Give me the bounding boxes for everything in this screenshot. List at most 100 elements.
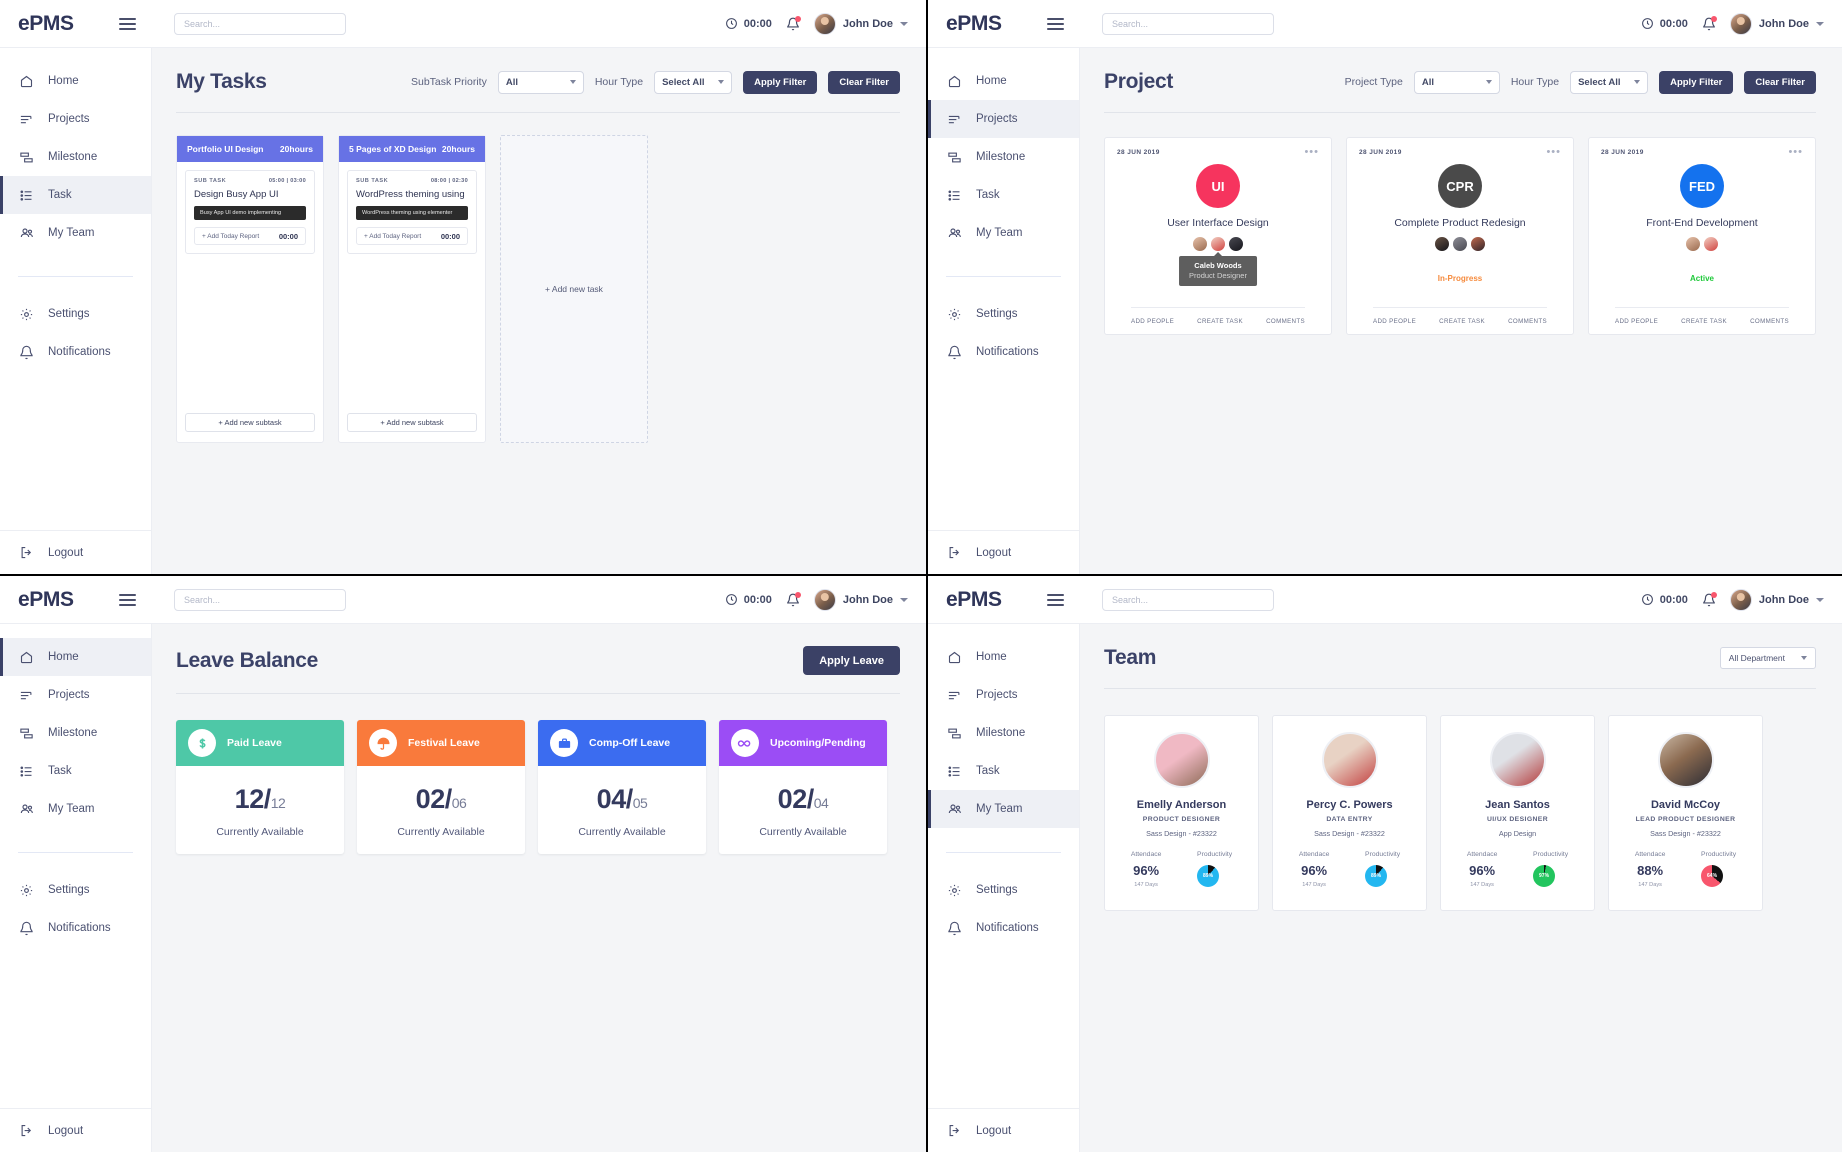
more-options-icon[interactable]: •••: [1546, 147, 1561, 158]
sidebar-item-milestone[interactable]: Milestone: [928, 714, 1079, 752]
menu-toggle-icon[interactable]: [1047, 593, 1064, 606]
leave-card[interactable]: Festival Leave 02/06 Currently Available: [357, 720, 525, 854]
clock-widget[interactable]: 00:00: [1641, 17, 1688, 30]
clear-filter-button[interactable]: Clear Filter: [1744, 70, 1816, 94]
add-today-report[interactable]: + Add Today Report 00:00: [194, 227, 306, 245]
sidebar-item-home[interactable]: Home: [928, 638, 1079, 676]
project-card[interactable]: 28 JUN 2019 ••• FED Front-End Developmen…: [1588, 137, 1816, 335]
sidebar-item-settings[interactable]: Settings: [0, 871, 151, 909]
clock-widget[interactable]: 00:00: [1641, 593, 1688, 606]
project-card[interactable]: 28 JUN 2019 ••• CPR Complete Product Red…: [1346, 137, 1574, 335]
notifications-bell[interactable]: [1702, 591, 1717, 607]
sidebar-item-settings[interactable]: Settings: [928, 871, 1079, 909]
apply-filter-button[interactable]: Apply Filter: [743, 70, 818, 94]
sidebar-item-logout[interactable]: Logout: [0, 1108, 151, 1152]
sidebar-item-task[interactable]: Task: [928, 752, 1079, 790]
more-options-icon[interactable]: •••: [1304, 147, 1319, 158]
sidebar-item-my-team[interactable]: My Team: [0, 214, 151, 252]
notifications-bell[interactable]: [786, 15, 801, 31]
more-options-icon[interactable]: •••: [1788, 147, 1803, 158]
sidebar-item-my-team[interactable]: My Team: [0, 790, 151, 828]
sidebar-item-home[interactable]: Home: [0, 62, 151, 100]
sidebar-item-my-team[interactable]: My Team: [928, 214, 1079, 252]
sidebar-item-milestone[interactable]: Milestone: [0, 714, 151, 752]
search-input[interactable]: [1102, 12, 1274, 35]
sidebar-item-task[interactable]: Task: [928, 176, 1079, 214]
comments-link[interactable]: COMMENTS: [1266, 318, 1305, 325]
search-input[interactable]: [174, 12, 346, 35]
user-menu[interactable]: John Doe: [813, 588, 908, 611]
create-task-link[interactable]: CREATE TASK: [1681, 318, 1727, 325]
add-people-link[interactable]: ADD PEOPLE: [1615, 318, 1658, 325]
avatar[interactable]: [1192, 236, 1208, 252]
subtask-card[interactable]: SUB TASK 05:00 | 03:00 Design Busy App U…: [185, 170, 315, 254]
sidebar-item-projects[interactable]: Projects: [928, 100, 1079, 138]
notifications-bell[interactable]: [1702, 15, 1717, 31]
avatar[interactable]: [1228, 236, 1244, 252]
menu-toggle-icon[interactable]: [119, 593, 136, 606]
create-task-link[interactable]: CREATE TASK: [1197, 318, 1243, 325]
search-input[interactable]: [174, 588, 346, 611]
clear-filter-button[interactable]: Clear Filter: [828, 70, 900, 94]
sidebar-item-task[interactable]: Task: [0, 176, 151, 214]
sidebar-item-task[interactable]: Task: [0, 752, 151, 790]
sidebar-item-settings[interactable]: Settings: [928, 295, 1079, 333]
avatar[interactable]: [1685, 236, 1701, 252]
sidebar-item-projects[interactable]: Projects: [0, 100, 151, 138]
team-card[interactable]: Percy C. Powers DATA ENTRY Sass Design -…: [1272, 715, 1427, 911]
clock-widget[interactable]: 00:00: [725, 593, 772, 606]
sidebar-item-projects[interactable]: Projects: [928, 676, 1079, 714]
user-menu[interactable]: John Doe: [813, 12, 908, 35]
leave-card[interactable]: Upcoming/Pending 02/04 Currently Availab…: [719, 720, 887, 854]
hour-type-select[interactable]: Select All: [1570, 70, 1649, 94]
add-new-subtask-button[interactable]: + Add new subtask: [347, 413, 477, 432]
add-people-link[interactable]: ADD PEOPLE: [1373, 318, 1416, 325]
search-input[interactable]: [1102, 588, 1274, 611]
clock-widget[interactable]: 00:00: [725, 17, 772, 30]
sidebar-item-home[interactable]: Home: [0, 638, 151, 676]
project-card[interactable]: 28 JUN 2019 ••• UI User Interface Design…: [1104, 137, 1332, 335]
team-card[interactable]: Jean Santos UI/UX DESIGNER App Design At…: [1440, 715, 1595, 911]
sidebar-item-notifications[interactable]: Notifications: [0, 333, 151, 371]
sidebar-item-settings[interactable]: Settings: [0, 295, 151, 333]
apply-filter-button[interactable]: Apply Filter: [1659, 70, 1734, 94]
sidebar-item-notifications[interactable]: Notifications: [928, 333, 1079, 371]
sidebar-item-home[interactable]: Home: [928, 62, 1079, 100]
apply-leave-button[interactable]: Apply Leave: [803, 646, 900, 675]
sidebar-item-milestone[interactable]: Milestone: [928, 138, 1079, 176]
subtask-card[interactable]: SUB TASK 08:00 | 02:30 WordPress theming…: [347, 170, 477, 254]
avatar[interactable]: [1703, 236, 1719, 252]
add-new-task-button[interactable]: + Add new task: [500, 135, 648, 443]
add-people-link[interactable]: ADD PEOPLE: [1131, 318, 1174, 325]
menu-toggle-icon[interactable]: [119, 17, 136, 30]
leave-card[interactable]: Comp-Off Leave 04/05 Currently Available: [538, 720, 706, 854]
sidebar-item-notifications[interactable]: Notifications: [0, 909, 151, 947]
sidebar-item-my-team[interactable]: My Team: [928, 790, 1079, 828]
comments-link[interactable]: COMMENTS: [1508, 318, 1547, 325]
hour-type-select[interactable]: Select All: [654, 70, 733, 94]
sidebar-item-logout[interactable]: Logout: [928, 530, 1079, 574]
menu-toggle-icon[interactable]: [1047, 17, 1064, 30]
sidebar-item-logout[interactable]: Logout: [0, 530, 151, 574]
sidebar-item-milestone[interactable]: Milestone: [0, 138, 151, 176]
user-menu[interactable]: John Doe: [1729, 588, 1824, 611]
sidebar-item-projects[interactable]: Projects: [0, 676, 151, 714]
team-card[interactable]: David McCoy LEAD PRODUCT DESIGNER Sass D…: [1608, 715, 1763, 911]
sidebar-item-notifications[interactable]: Notifications: [928, 909, 1079, 947]
avatar[interactable]: [1452, 236, 1468, 252]
avatar[interactable]: [1470, 236, 1486, 252]
leave-card[interactable]: Paid Leave 12/12 Currently Available: [176, 720, 344, 854]
subtask-priority-select[interactable]: All: [497, 70, 584, 94]
add-today-report[interactable]: + Add Today Report 00:00: [356, 227, 468, 245]
notifications-bell[interactable]: [786, 591, 801, 607]
project-type-select[interactable]: All: [1413, 70, 1500, 94]
team-card[interactable]: Emelly Anderson PRODUCT DESIGNER Sass De…: [1104, 715, 1259, 911]
department-select[interactable]: All Department: [1719, 647, 1816, 669]
create-task-link[interactable]: CREATE TASK: [1439, 318, 1485, 325]
comments-link[interactable]: COMMENTS: [1750, 318, 1789, 325]
avatar[interactable]: [1434, 236, 1450, 252]
sidebar-item-logout[interactable]: Logout: [928, 1108, 1079, 1152]
avatar[interactable]: [1210, 236, 1226, 252]
user-menu[interactable]: John Doe: [1729, 12, 1824, 35]
add-new-subtask-button[interactable]: + Add new subtask: [185, 413, 315, 432]
